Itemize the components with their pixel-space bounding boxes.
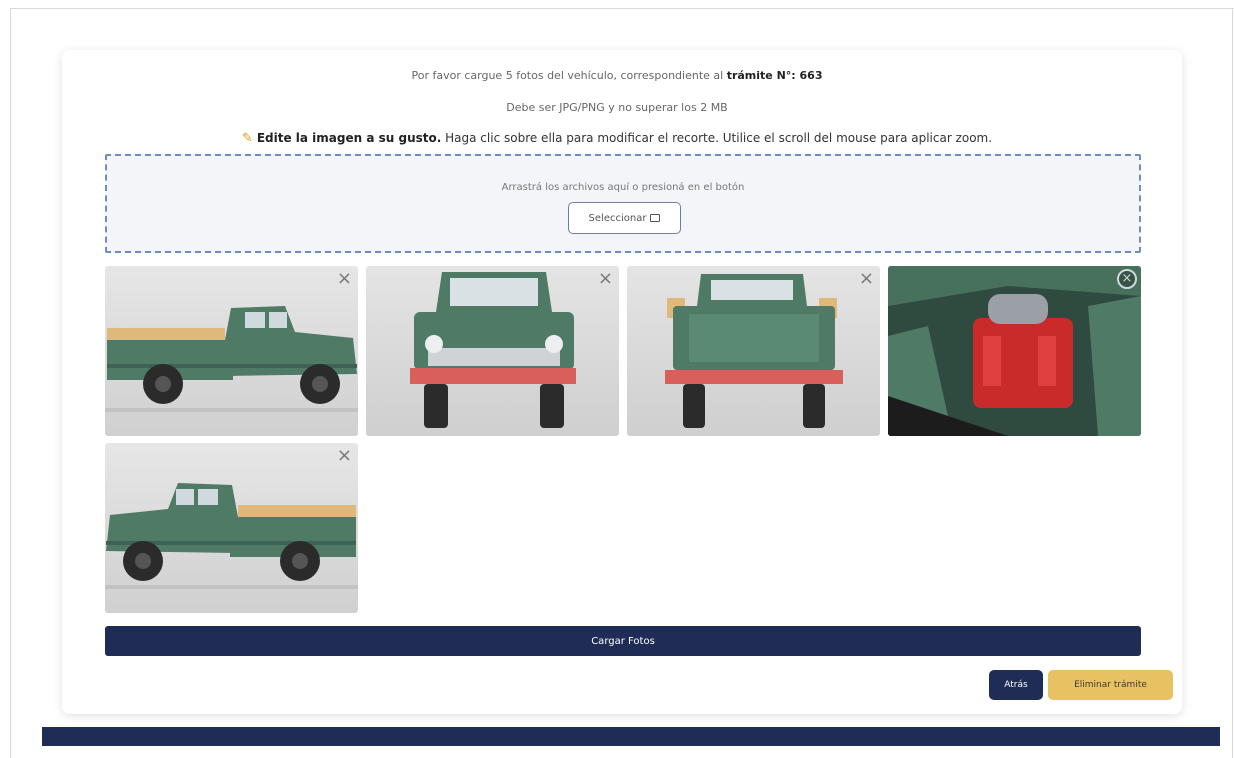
window-left-border — [10, 8, 11, 758]
photo-thumbnail[interactable]: × — [105, 443, 358, 613]
file-dropzone[interactable]: Arrastrá los archivos aquí o presioná en… — [105, 154, 1141, 253]
truck-side-image — [105, 266, 358, 436]
dropzone-text: Arrastrá los archivos aquí o presioná en… — [501, 182, 745, 193]
delete-tramite-button[interactable]: Eliminar trámite — [1048, 670, 1173, 700]
window-right-border — [1232, 8, 1233, 758]
footer-bar — [42, 727, 1220, 746]
edit-hint-text: Haga clic sobre ella para modificar el r… — [445, 131, 993, 145]
upload-photos-button[interactable]: Cargar Fotos — [105, 626, 1141, 656]
instruction-text: Por favor cargue 5 fotos del vehículo, c… — [411, 69, 724, 82]
edit-hint-title: Edite la imagen a su gusto. — [256, 131, 442, 145]
window-top-border — [10, 8, 1234, 9]
photo-thumbnail[interactable]: × — [627, 266, 880, 436]
remove-photo-icon[interactable]: × — [337, 447, 352, 465]
truck-front-image — [366, 266, 619, 436]
select-button-label: Seleccionar — [588, 212, 647, 224]
back-button[interactable]: Atrás — [989, 670, 1043, 700]
edit-hint: ✎ Edite la imagen a su gusto. Haga clic s… — [0, 131, 1234, 146]
truck-engine-image — [888, 266, 1141, 436]
truck-side-image — [105, 443, 358, 613]
photo-thumbnail[interactable]: × — [366, 266, 619, 436]
upload-instruction: Por favor cargue 5 fotos del vehículo, c… — [0, 69, 1234, 82]
folder-icon — [650, 214, 661, 222]
remove-photo-icon[interactable]: × — [859, 270, 874, 288]
pencil-icon: ✎ — [241, 131, 253, 146]
truck-rear-image — [627, 266, 880, 436]
remove-photo-icon[interactable]: × — [598, 270, 613, 288]
remove-photo-icon[interactable]: × — [1117, 269, 1137, 289]
tramite-number: trámite N°: 663 — [726, 69, 823, 82]
file-requirements: Debe ser JPG/PNG y no superar los 2 MB — [506, 101, 728, 114]
select-files-button[interactable]: Seleccionar — [568, 202, 681, 234]
photo-thumbnail[interactable]: × — [888, 266, 1141, 436]
remove-photo-icon[interactable]: × — [337, 270, 352, 288]
photo-thumbnail[interactable]: × — [105, 266, 358, 436]
